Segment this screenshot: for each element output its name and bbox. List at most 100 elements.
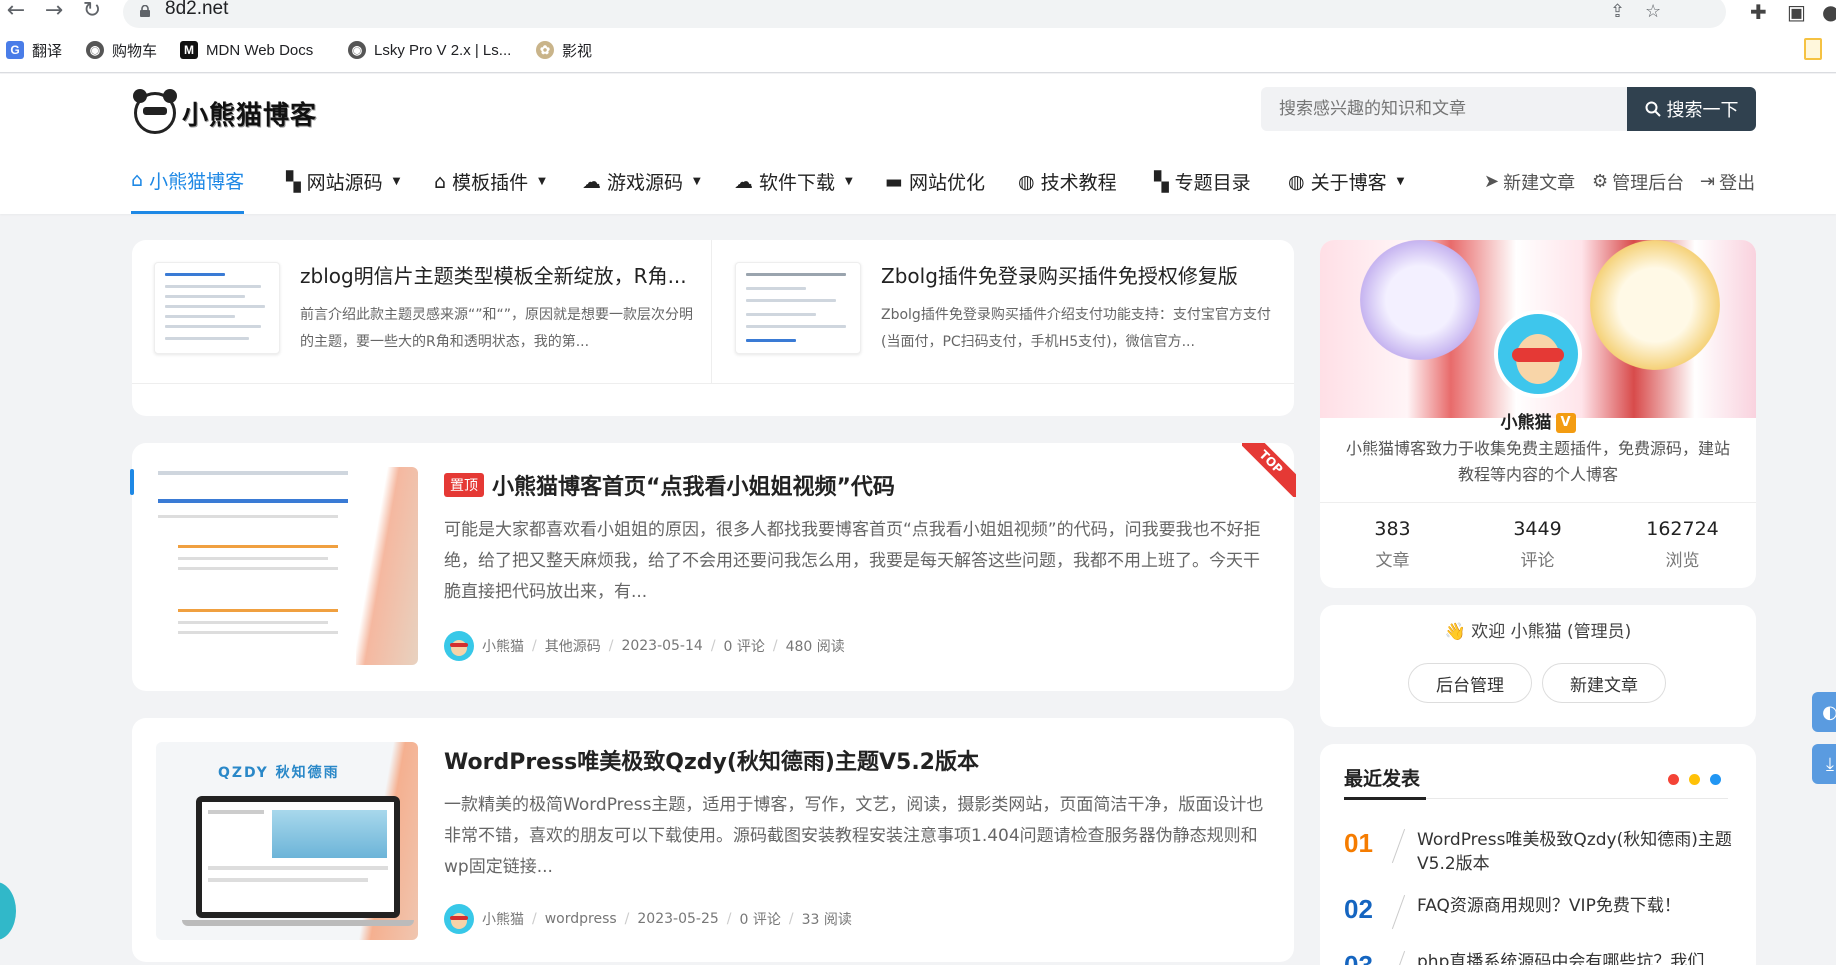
verified-badge: V bbox=[1555, 413, 1576, 433]
home-icon: ⌂ bbox=[434, 170, 447, 193]
nav-label: 专题目录 bbox=[1174, 172, 1251, 194]
bookmarks-bar: G 翻译 ◉ 购物车 M MDN Web Docs ◉ Lsky Pro V 2… bbox=[0, 28, 1836, 73]
post-author[interactable]: 小熊猫 bbox=[482, 909, 524, 929]
post-title[interactable]: 置顶 小熊猫博客首页“点我看小姐姐视频”代码 bbox=[444, 469, 895, 501]
post-excerpt: 一款精美的极简WordPress主题，适用于博客，写作，文艺，阅读，摄影类网站，… bbox=[444, 795, 1264, 877]
profile-name[interactable]: 小熊猫 V bbox=[1320, 408, 1756, 433]
side-expand-icon[interactable] bbox=[0, 882, 16, 940]
nav-item-games[interactable]: ☁ 游戏源码 ▼ bbox=[582, 149, 701, 214]
stat-label: 浏览 bbox=[1665, 551, 1700, 571]
recent-item[interactable]: 03 php直播系统源码中会有哪些坑？我们 bbox=[1344, 950, 1734, 965]
nav-item-tutorials[interactable]: ◍ 技术教程 bbox=[1018, 149, 1117, 214]
film-icon: ✿ bbox=[536, 41, 554, 59]
stat-value: 3449 bbox=[1513, 518, 1562, 540]
nav-item-seo[interactable]: ▬ 网站优化 bbox=[885, 149, 985, 214]
cloud-icon: ☁ bbox=[734, 170, 753, 193]
forward-icon[interactable]: → bbox=[40, 0, 68, 24]
recent-item-title[interactable]: WordPress唯美极致Qzdy(秋知德雨)主题V5.2版本 bbox=[1417, 828, 1734, 876]
author-avatar[interactable] bbox=[444, 631, 474, 661]
reload-icon[interactable]: ↻ bbox=[78, 0, 106, 24]
post-author[interactable]: 小熊猫 bbox=[482, 636, 524, 656]
logout-link[interactable]: ⇥ 登出 bbox=[1700, 149, 1755, 214]
post-thumbnail[interactable]: QZDY 秋知德雨 bbox=[156, 742, 418, 940]
extensions-icon[interactable]: ✚ bbox=[1750, 0, 1767, 24]
nav-item-templates[interactable]: ⌂ 模板插件 ▼ bbox=[434, 149, 546, 214]
main-nav: ⌂ 小熊猫博客 ▚ 网站源码 ▼ ⌂ 模板插件 ▼ ☁ 游戏源码 ▼ ☁ 软件下… bbox=[0, 149, 1836, 214]
recent-item[interactable]: 01 WordPress唯美极致Qzdy(秋知德雨)主题V5.2版本 bbox=[1344, 828, 1734, 876]
address-bar[interactable]: 8d2.net ⇪ ☆ bbox=[123, 0, 1726, 28]
featured-excerpt: Zbolg插件免登录购买插件介绍支付功能支持：支付宝官方支付(当面付，PC扫码支… bbox=[881, 307, 1271, 350]
site-logo[interactable]: 小熊猫博客 bbox=[133, 88, 330, 138]
admin-dashboard-button[interactable]: 后台管理 bbox=[1408, 663, 1532, 703]
post-excerpt: 可能是大家都喜欢看小姐姐的原因，很多人都找我要博客首页“点我看小姐姐视频”的代码… bbox=[444, 520, 1261, 602]
theme-toggle-icon[interactable]: ◐ bbox=[1812, 692, 1836, 732]
bookmark-lsky[interactable]: ◉ Lsky Pro V 2.x | Ls... bbox=[348, 39, 511, 61]
nav-item-topics[interactable]: ▚ 专题目录 bbox=[1154, 149, 1251, 214]
chevron-down-icon: ▼ bbox=[392, 176, 401, 187]
featured-post[interactable]: Zbolg插件免登录购买插件免授权修复版 Zbolg插件免登录购买插件介绍支付功… bbox=[713, 240, 1294, 380]
sidepanel-icon[interactable]: ▣ bbox=[1787, 0, 1806, 24]
post-title[interactable]: WordPress唯美极致Qzdy(秋知德雨)主题V5.2版本 bbox=[444, 744, 979, 776]
recent-item[interactable]: 02 FAQ资源商用规则？VIP免费下载！ bbox=[1344, 894, 1734, 930]
post-card[interactable]: 置顶 小熊猫博客首页“点我看小姐姐视频”代码 可能是大家都喜欢看小姐姐的原因，很… bbox=[130, 443, 1296, 691]
globe-icon: ◉ bbox=[86, 41, 104, 59]
search-button-label: 搜索一下 bbox=[1666, 100, 1739, 121]
divider bbox=[1320, 502, 1756, 503]
featured-title[interactable]: zblog明信片主题类型模板全新绽放，R角... bbox=[300, 260, 695, 289]
bookmark-label: 影视 bbox=[562, 42, 593, 60]
search-input[interactable] bbox=[1261, 87, 1627, 131]
featured-excerpt: 前言介绍此款主题灵感来源“”和“”，原因就是想要一款层次分明的主题，要一些大的R… bbox=[300, 307, 694, 350]
bookmark-movies[interactable]: ✿ 影视 bbox=[536, 39, 592, 61]
top-ribbon: TOP bbox=[1242, 443, 1296, 497]
back-icon[interactable]: ← bbox=[2, 0, 30, 24]
post-category[interactable]: 其他源码 bbox=[545, 636, 601, 656]
nav-item-software[interactable]: ☁ 软件下载 ▼ bbox=[734, 149, 853, 214]
stat-value: 162724 bbox=[1646, 518, 1719, 540]
recent-title: 最近发表 bbox=[1344, 768, 1421, 790]
featured-title[interactable]: Zbolg插件免登录购买插件免授权修复版 bbox=[881, 260, 1276, 289]
thumb-brand: QZDY 秋知德雨 bbox=[218, 765, 340, 781]
bookmark-cart[interactable]: ◉ 购物车 bbox=[86, 39, 157, 61]
divider bbox=[132, 383, 1294, 384]
stat-comments: 3449 评论 bbox=[1465, 518, 1610, 571]
title-underline bbox=[1344, 797, 1426, 800]
recent-num: 01 bbox=[1344, 828, 1373, 858]
nav-label: 网站源码 bbox=[306, 172, 383, 194]
post-title-text: WordPress唯美极致Qzdy(秋知德雨)主题V5.2版本 bbox=[444, 750, 979, 775]
recent-item-title[interactable]: php直播系统源码中会有哪些坑？我们 bbox=[1417, 950, 1734, 965]
share-icon[interactable]: ⇪ bbox=[1610, 1, 1625, 22]
author-avatar[interactable] bbox=[444, 904, 474, 934]
post-category[interactable]: wordpress bbox=[545, 911, 617, 927]
profile-icon[interactable]: ● bbox=[1822, 0, 1836, 24]
featured-card: zblog明信片主题类型模板全新绽放，R角... 前言介绍此款主题灵感来源“”和… bbox=[132, 240, 1294, 416]
other-bookmarks-folder-icon[interactable] bbox=[1804, 38, 1822, 60]
translate-icon: G bbox=[6, 41, 24, 59]
nav-item-home[interactable]: ⌂ 小熊猫博客 bbox=[131, 149, 245, 214]
panda-logo-icon bbox=[133, 89, 177, 134]
featured-post[interactable]: zblog明信片主题类型模板全新绽放，R角... 前言介绍此款主题灵感来源“”和… bbox=[132, 240, 713, 380]
post-title-text: 小熊猫博客首页“点我看小姐姐视频”代码 bbox=[492, 475, 895, 500]
new-post-button[interactable]: 新建文章 bbox=[1542, 663, 1666, 703]
recent-posts-card: 最近发表 01 WordPress唯美极致Qzdy(秋知德雨)主题V5.2版本 … bbox=[1320, 744, 1756, 965]
profile-avatar[interactable] bbox=[1494, 310, 1582, 398]
bookmark-translate[interactable]: G 翻译 bbox=[6, 39, 62, 61]
admin-link[interactable]: ⚙ 管理后台 bbox=[1592, 149, 1684, 214]
recent-item-title[interactable]: FAQ资源商用规则？VIP免费下载！ bbox=[1417, 894, 1734, 930]
site-header: 小熊猫博客 搜索一下 ⌂ 小熊猫博客 ▚ 网站源码 ▼ ⌂ 模板插件 ▼ ☁ 游… bbox=[0, 74, 1836, 214]
logout-icon: ⇥ bbox=[1700, 171, 1716, 192]
bookmark-mdn[interactable]: M MDN Web Docs bbox=[180, 39, 313, 61]
post-thumbnail[interactable] bbox=[156, 467, 418, 665]
download-icon[interactable]: ⤓ bbox=[1812, 744, 1836, 784]
post-card[interactable]: QZDY 秋知德雨 WordPress唯美极致Qzdy(秋知德雨)主题V5.2版… bbox=[132, 718, 1294, 962]
new-post-link[interactable]: ➤ 新建文章 bbox=[1484, 149, 1575, 214]
recent-num: 03 bbox=[1344, 950, 1373, 965]
nav-item-about[interactable]: ◍ 关于博客 ▼ bbox=[1288, 149, 1404, 214]
search-button[interactable]: 搜索一下 bbox=[1627, 87, 1756, 131]
profile-card: 小熊猫 V 小熊猫博客致力于收集免费主题插件，免费源码，建站教程等内容的个人博客 … bbox=[1320, 240, 1756, 588]
profile-description: 小熊猫博客致力于收集免费主题插件，免费源码，建站教程等内容的个人博客 bbox=[1345, 439, 1730, 484]
globe-icon: ◉ bbox=[348, 41, 366, 59]
windows-icon: ▚ bbox=[1154, 170, 1169, 193]
nav-item-source[interactable]: ▚ 网站源码 ▼ bbox=[286, 149, 400, 214]
search-icon bbox=[1645, 101, 1661, 117]
bookmark-star-icon[interactable]: ☆ bbox=[1645, 1, 1661, 22]
